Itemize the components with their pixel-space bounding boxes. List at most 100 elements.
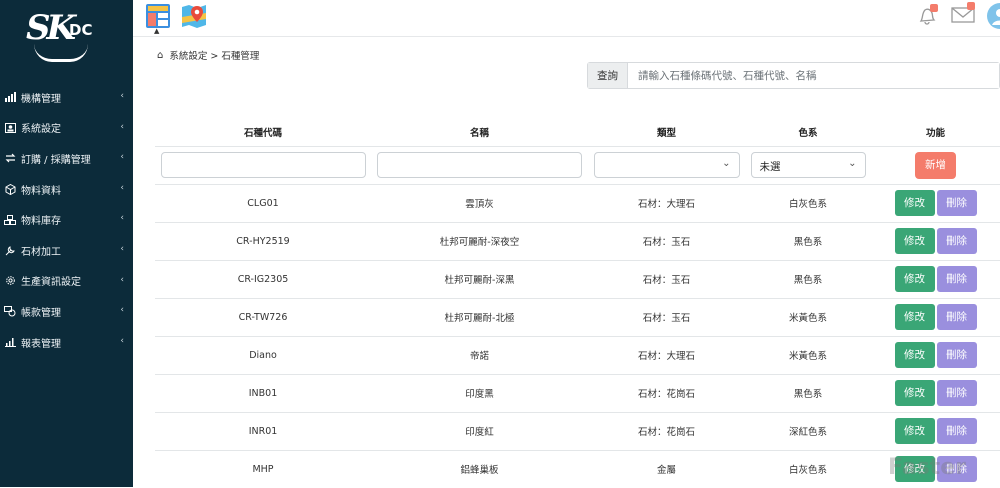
- gear-icon: [0, 275, 20, 286]
- sidebar-item-label: 物料庫存: [21, 216, 61, 228]
- filter-color-value: 未選: [759, 161, 781, 173]
- delete-button[interactable]: 刪除: [936, 190, 977, 216]
- sidebar-item-production-settings[interactable]: 生產資訊設定 ‹: [0, 266, 133, 297]
- logo-mark: SK: [26, 8, 76, 48]
- notification-bell-icon[interactable]: [916, 4, 938, 30]
- user-card-icon: [0, 122, 20, 133]
- cell-code: INR01: [155, 411, 371, 450]
- delete-button[interactable]: 刪除: [936, 342, 977, 368]
- edit-button[interactable]: 修改: [894, 418, 935, 444]
- cell-type: 金屬: [588, 449, 745, 488]
- chevron-left-icon: ‹: [120, 182, 124, 193]
- top-bar: ▲: [133, 0, 1000, 37]
- table-row: INR01 印度紅 石材：花崗石 深紅色系 修改 刪除: [155, 411, 1000, 450]
- boxes-icon: [0, 214, 20, 225]
- table-row: INB01 印度黑 石材：花崗石 黑色系 修改 刪除: [155, 373, 1000, 412]
- bar-chart-icon: [0, 92, 20, 103]
- cell-actions: 修改 刪除: [871, 183, 1000, 222]
- cell-actions: 修改 刪除: [871, 259, 1000, 298]
- user-avatar-icon[interactable]: [987, 3, 1000, 29]
- cell-type: 石材：花崗石: [588, 411, 745, 450]
- company-logo[interactable]: SK DC: [24, 8, 104, 64]
- cell-name: 杜邦可麗耐-深夜空: [371, 221, 588, 260]
- filter-name-input[interactable]: [377, 152, 582, 178]
- layout-app-icon[interactable]: [145, 3, 171, 29]
- chevron-down-icon: ⌄: [848, 158, 857, 169]
- filter-type-select[interactable]: ⌄: [593, 152, 740, 178]
- cell-color: 米黃色系: [745, 297, 871, 336]
- cell-actions: 修改 刪除: [871, 335, 1000, 374]
- cell-code: Diano: [155, 335, 371, 374]
- sidebar-item-order[interactable]: 訂購 / 採購管理 ‹: [0, 143, 133, 174]
- sidebar-item-stone-processing[interactable]: 石材加工 ‹: [0, 235, 133, 266]
- search-button[interactable]: 查詢: [588, 63, 628, 88]
- table-header-row: 石種代碼 名稱 類型 色系 功能: [155, 118, 1000, 146]
- sidebar-item-label: 機構管理: [21, 93, 61, 105]
- cell-color: 黑色系: [745, 259, 871, 298]
- delete-button[interactable]: 刪除: [936, 380, 977, 406]
- edit-button[interactable]: 修改: [894, 304, 935, 330]
- search-input[interactable]: [628, 63, 999, 88]
- delete-button[interactable]: 刪除: [936, 228, 977, 254]
- sidebar-item-label: 生產資訊設定: [21, 277, 81, 289]
- sidebar-item-org[interactable]: 機構管理 ‹: [0, 82, 133, 113]
- edit-button[interactable]: 修改: [894, 190, 935, 216]
- mail-icon[interactable]: [951, 2, 975, 28]
- chevron-left-icon: ‹: [120, 243, 124, 254]
- tool-icon: [0, 245, 20, 256]
- cell-code: CR-IG2305: [155, 259, 371, 298]
- table-row: Diano 帝諾 石材：大理石 米黃色系 修改 刪除: [155, 335, 1000, 374]
- sidebar: SK DC 機構管理 ‹ 系統設定 ‹ 訂購 / 採購管理 ‹ 物料資料 ‹ 物…: [0, 0, 133, 487]
- edit-button[interactable]: 修改: [894, 380, 935, 406]
- cell-actions: 修改 刪除: [871, 221, 1000, 260]
- cell-code: CLG01: [155, 183, 371, 222]
- chevron-left-icon: ‹: [120, 213, 124, 224]
- chevron-down-icon: ⌄: [722, 158, 731, 169]
- filter-code-input[interactable]: [160, 152, 366, 178]
- edit-button[interactable]: 修改: [894, 228, 935, 254]
- report-chart-icon: [0, 337, 20, 348]
- chevron-left-icon: ‹: [120, 91, 124, 101]
- sidebar-item-label: 報表管理: [21, 338, 61, 350]
- delete-button[interactable]: 刪除: [936, 304, 977, 330]
- delete-button[interactable]: 刪除: [936, 266, 977, 292]
- cell-color: 米黃色系: [745, 335, 871, 374]
- chevron-left-icon: ‹: [120, 335, 124, 346]
- cell-type: 石材：玉石: [588, 297, 745, 336]
- delete-button[interactable]: 刪除: [936, 418, 977, 444]
- cell-code: CR-TW726: [155, 297, 371, 336]
- logo-swoosh: [34, 44, 88, 62]
- cell-color: 黑色系: [745, 221, 871, 260]
- sidebar-item-label: 帳款管理: [21, 307, 61, 319]
- cell-actions: 修改 刪除: [871, 297, 1000, 336]
- cell-color: 白灰色系: [745, 183, 871, 222]
- filter-color-select[interactable]: 未選 ⌄: [750, 152, 866, 178]
- cell-code: CR-HY2519: [155, 221, 371, 260]
- sidebar-item-material[interactable]: 物料資料 ‹: [0, 174, 133, 205]
- edit-button[interactable]: 修改: [894, 342, 935, 368]
- cell-color: 白灰色系: [745, 449, 871, 488]
- cell-name: 印度紅: [371, 411, 588, 450]
- cell-type: 石材：玉石: [588, 259, 745, 298]
- home-icon[interactable]: ⌂: [157, 50, 163, 61]
- search-bar: 查詢: [587, 62, 1000, 89]
- breadcrumb: ⌂ 系統設定 > 石種管理: [157, 48, 260, 63]
- add-button[interactable]: 新增: [915, 151, 956, 179]
- cell-color: 深紅色系: [745, 411, 871, 450]
- sidebar-item-inventory[interactable]: 物料庫存 ‹: [0, 204, 133, 235]
- money-icon: [0, 305, 20, 317]
- column-header-type: 類型: [656, 127, 676, 139]
- edit-button[interactable]: 修改: [894, 266, 935, 292]
- breadcrumb-path: 系統設定 > 石種管理: [169, 51, 260, 62]
- sidebar-item-reports[interactable]: 報表管理 ‹: [0, 327, 133, 358]
- cell-name: 印度黑: [371, 373, 588, 412]
- watermark: Faster: [888, 455, 966, 480]
- sidebar-item-accounts[interactable]: 帳款管理 ‹: [0, 296, 133, 327]
- column-header-name: 名稱: [469, 127, 489, 139]
- map-app-icon[interactable]: [181, 3, 207, 29]
- cell-type: 石材：玉石: [588, 221, 745, 260]
- sidebar-item-system[interactable]: 系統設定 ‹: [0, 113, 133, 144]
- sidebar-nav: 機構管理 ‹ 系統設定 ‹ 訂購 / 採購管理 ‹ 物料資料 ‹ 物料庫存 ‹ …: [0, 82, 133, 357]
- column-header-actions: 功能: [925, 127, 945, 139]
- table-row: MHP 鋁蜂巢板 金屬 白灰色系 修改 刪除: [155, 449, 1000, 488]
